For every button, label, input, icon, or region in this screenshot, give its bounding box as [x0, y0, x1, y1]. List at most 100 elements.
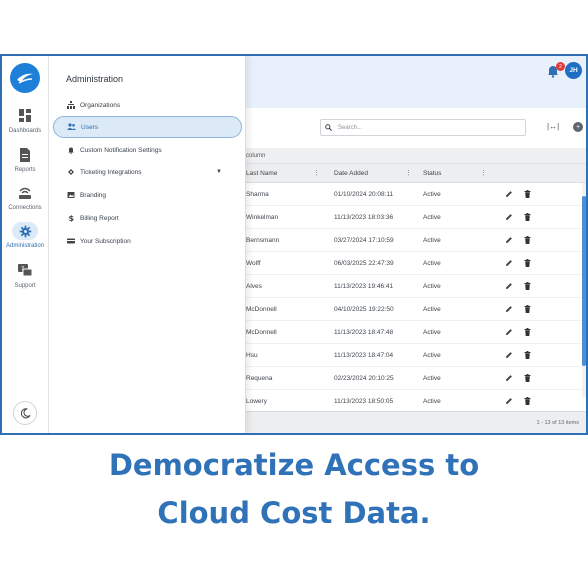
row-actions: [505, 367, 541, 389]
rail-item-connections[interactable]: Connections: [2, 184, 48, 211]
drawer-item-custom-notification-settings[interactable]: Custom Notification Settings: [53, 139, 242, 161]
edit-icon[interactable]: [505, 282, 513, 290]
dashboard-icon: [19, 109, 31, 122]
edit-icon[interactable]: [505, 374, 513, 382]
delete-icon[interactable]: [523, 282, 531, 290]
rail-label: Dashboards: [8, 128, 42, 134]
row-actions: [505, 229, 541, 251]
expand-columns-button[interactable]: |↔|: [547, 122, 559, 131]
drawer-item-users[interactable]: Users: [53, 116, 242, 138]
cell-last-name: Winkelman: [246, 213, 279, 221]
drawer-item-billing-report[interactable]: $ Billing Report: [53, 207, 242, 229]
drawer-item-ticketing-integrations[interactable]: Ticketing Integrations ▼: [53, 161, 242, 183]
rail-item-support[interactable]: ? Support: [2, 262, 48, 289]
cell-status: Active: [423, 259, 441, 267]
drawer-item-your-subscription[interactable]: Your Subscription: [53, 230, 242, 252]
svg-text:?: ?: [21, 266, 24, 273]
drawer-item-organizations[interactable]: Organizations: [53, 94, 242, 116]
row-actions: [505, 321, 541, 343]
edit-icon[interactable]: [505, 328, 513, 336]
edit-icon[interactable]: [505, 305, 513, 313]
cell-status: Active: [423, 190, 441, 198]
column-label: Date Added: [334, 169, 368, 177]
drawer-item-label: Organizations: [80, 101, 121, 109]
user-avatar[interactable]: JH: [565, 62, 582, 79]
cell-status: Active: [423, 328, 441, 336]
moon-icon: [20, 407, 31, 418]
cell-status: Active: [423, 305, 441, 313]
delete-icon[interactable]: [523, 259, 531, 267]
notification-badge: 2: [556, 62, 565, 71]
cell-date-added: 04/10/2025 19:22:50: [334, 305, 394, 313]
cell-date-added: 11/13/2023 19:46:41: [334, 282, 394, 290]
delete-icon[interactable]: [523, 213, 531, 221]
cell-status: Active: [423, 374, 441, 382]
drawer-item-branding[interactable]: Branding: [53, 184, 242, 206]
delete-icon[interactable]: [523, 351, 531, 359]
rail-label: Support: [14, 283, 36, 289]
edit-icon[interactable]: [505, 397, 513, 405]
edit-icon[interactable]: [505, 259, 513, 267]
edit-icon[interactable]: [505, 236, 513, 244]
app-window: Dashboards Reports Connections Administr…: [0, 54, 588, 435]
search-icon: [325, 124, 332, 131]
add-button[interactable]: +: [573, 122, 583, 132]
cell-status: Active: [423, 397, 441, 405]
scrollbar-thumb[interactable]: [582, 196, 586, 366]
row-actions: [505, 206, 541, 228]
edit-icon[interactable]: [505, 351, 513, 359]
delete-icon[interactable]: [523, 190, 531, 198]
router-icon: [19, 187, 31, 199]
column-header-status[interactable]: Status ⋮: [423, 164, 493, 182]
delete-icon[interactable]: [523, 236, 531, 244]
cell-last-name: Lowery: [246, 397, 267, 405]
cell-date-added: 11/13/2023 18:50:05: [334, 397, 394, 405]
column-menu-icon[interactable]: ⋮: [405, 169, 412, 177]
cell-status: Active: [423, 351, 441, 359]
report-icon: [20, 148, 30, 162]
delete-icon[interactable]: [523, 374, 531, 382]
cell-date-added: 11/13/2023 18:03:36: [334, 213, 394, 221]
column-header-date-added[interactable]: Date Added ⋮: [334, 164, 418, 182]
edit-icon[interactable]: [505, 190, 513, 198]
nav-rail: Dashboards Reports Connections Administr…: [2, 56, 49, 433]
rail-label: Administration: [5, 243, 44, 249]
cell-date-added: 11/13/2023 18:47:48: [334, 328, 394, 336]
drawer-item-label: Ticketing Integrations: [80, 168, 142, 176]
delete-icon[interactable]: [523, 305, 531, 313]
delete-icon[interactable]: [523, 397, 531, 405]
rail-item-dashboards[interactable]: Dashboards: [2, 107, 48, 134]
cell-date-added: 03/27/2024 17:10:59: [334, 236, 394, 244]
cell-last-name: McDonnell: [246, 328, 277, 336]
org-icon: [66, 101, 75, 110]
drawer-item-label: Your Subscription: [80, 237, 131, 245]
rail-label: Reports: [14, 167, 36, 173]
search-field[interactable]: Search...: [320, 119, 526, 136]
column-menu-icon[interactable]: ⋮: [480, 169, 487, 177]
cell-date-added: 02/23/2024 20:10:25: [334, 374, 394, 382]
branding-icon: [66, 191, 75, 200]
edit-icon[interactable]: [505, 213, 513, 221]
headline-line-1: Democratize Access to: [108, 448, 480, 482]
rail-item-administration[interactable]: Administration: [2, 222, 48, 249]
column-header-last-name[interactable]: Last Name ⋮: [246, 164, 326, 182]
app-logo[interactable]: [10, 63, 40, 93]
chevron-down-icon[interactable]: ▼: [216, 169, 222, 175]
drawer-title: Administration: [66, 74, 124, 84]
rail-item-reports[interactable]: Reports: [2, 146, 48, 173]
users-icon: [67, 123, 76, 132]
pagination-info: 1 - 13 of 13 items: [536, 420, 580, 426]
theme-toggle[interactable]: [13, 401, 37, 425]
cell-last-name: Alves: [246, 282, 262, 290]
cell-status: Active: [423, 213, 441, 221]
drawer-item-label: Billing Report: [80, 214, 119, 222]
cell-last-name: Wolff: [246, 259, 261, 267]
support-icon: ?: [18, 264, 33, 277]
gear-icon: [19, 225, 31, 237]
logo-swoosh-icon: [17, 73, 33, 84]
group-hint: column: [246, 153, 266, 159]
delete-icon[interactable]: [523, 328, 531, 336]
column-label: Status: [423, 169, 442, 177]
column-menu-icon[interactable]: ⋮: [313, 169, 320, 177]
dollar-icon: $: [66, 214, 75, 223]
